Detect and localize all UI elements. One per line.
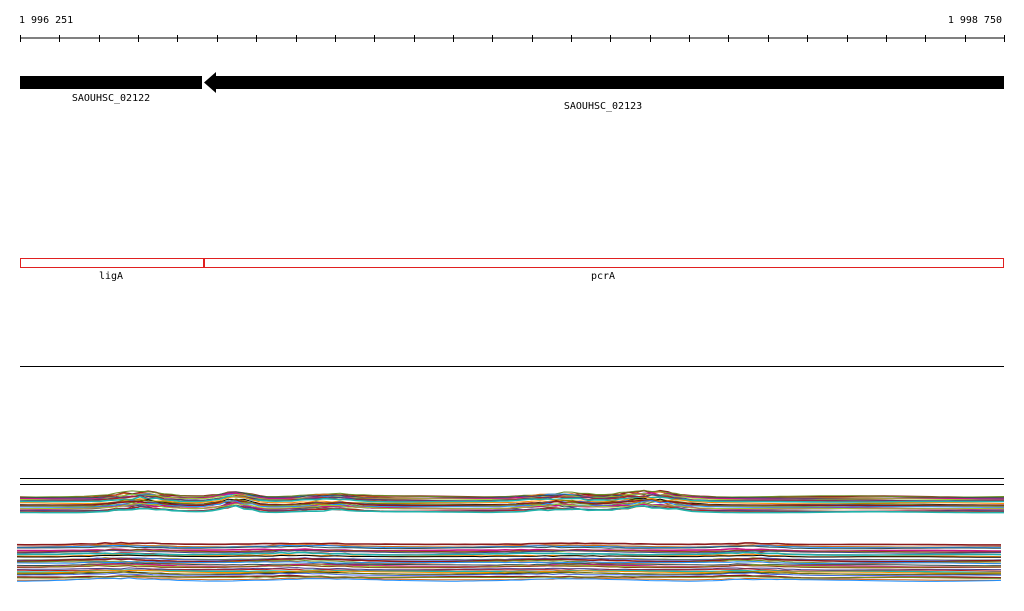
coverage-line bbox=[16, 541, 1001, 546]
genome-browser-view: 1 996 251 1 998 750 SAOUHSC_02122 SAOUHS… bbox=[0, 0, 1024, 611]
gene-saouhsc-02123[interactable] bbox=[204, 72, 1004, 93]
ruler-end-label: 1 998 750 bbox=[948, 15, 1002, 26]
gene-label-saouhsc-02123: SAOUHSC_02123 bbox=[564, 101, 642, 112]
gene-arrow-saouhsc-02123[interactable] bbox=[204, 72, 1004, 93]
gene-saouhsc-02122[interactable] bbox=[20, 76, 202, 89]
coverage-track-group-2 bbox=[16, 541, 1002, 582]
coverage-track-group-1 bbox=[19, 489, 1005, 514]
feature-track: ligA pcrA bbox=[20, 258, 1004, 282]
gene-track: SAOUHSC_02122 SAOUHSC_02123 bbox=[20, 72, 1004, 112]
ruler-start-label: 1 996 251 bbox=[19, 15, 73, 26]
gene-label-saouhsc-02122: SAOUHSC_02122 bbox=[72, 93, 150, 104]
feature-box-pcra[interactable] bbox=[204, 258, 1004, 268]
genome-browser-canvas: 1 996 251 1 998 750 SAOUHSC_02122 SAOUHS… bbox=[16, 15, 1005, 582]
feature-label-pcra: pcrA bbox=[591, 271, 615, 282]
gene-cap-saouhsc-02122 bbox=[196, 76, 202, 89]
coordinate-ruler: 1 996 251 1 998 750 bbox=[19, 15, 1005, 42]
feature-box-liga[interactable] bbox=[20, 258, 204, 268]
feature-label-liga: ligA bbox=[99, 271, 123, 282]
gene-body-saouhsc-02122[interactable] bbox=[20, 76, 202, 89]
